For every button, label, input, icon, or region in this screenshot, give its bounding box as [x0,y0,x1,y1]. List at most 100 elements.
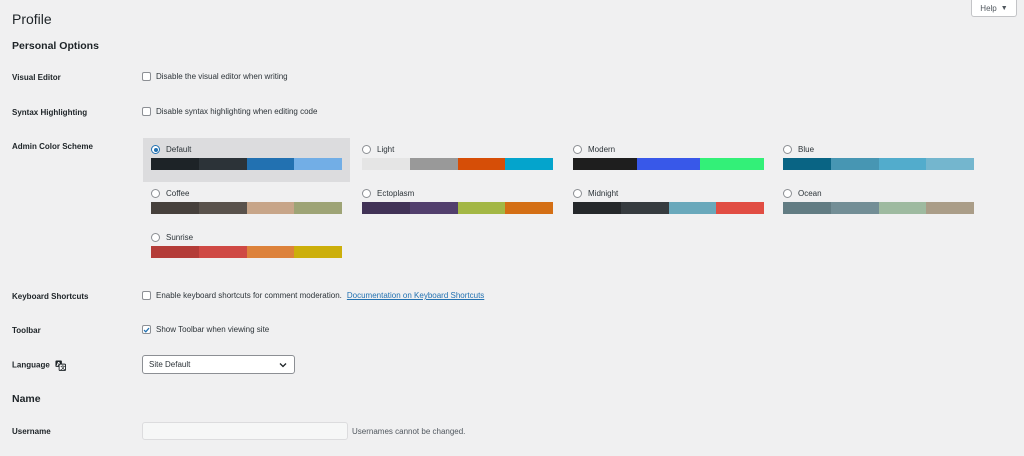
color-swatch [636,158,701,170]
language-row-label: Language A 文 [12,360,67,371]
color-swatch [362,158,410,170]
help-label: Help [980,3,997,13]
color-scheme-radio-ocean[interactable] [783,189,792,198]
username-label: Username [12,427,51,436]
color-scheme-header: Default [151,145,342,154]
toolbar-label: Toolbar [12,326,41,335]
color-swatches [573,158,765,170]
color-scheme-radio-coffee[interactable] [151,189,160,198]
color-scheme-radio-sunrise[interactable] [151,233,160,242]
color-swatch [830,202,879,214]
keyboard-shortcuts-doc-link[interactable]: Documentation on Keyboard Shortcuts [347,291,484,300]
color-swatch [151,202,199,214]
color-swatch [294,158,342,170]
caret-down-icon: ▼ [1000,4,1008,12]
color-scheme-coffee[interactable]: Coffee [143,182,350,226]
checkmark-icon [143,327,150,333]
color-swatch [457,158,506,170]
help-button[interactable]: Help ▼ [971,0,1017,17]
toolbar-checkbox[interactable] [142,325,151,334]
color-swatch [246,246,295,258]
color-swatch [362,202,410,214]
color-swatches [151,246,342,258]
color-scheme-name: Midnight [588,189,619,198]
color-scheme-name: Light [377,145,395,154]
color-scheme-radio-ectoplasm[interactable] [362,189,371,198]
color-scheme-ocean[interactable]: Ocean [775,182,982,226]
color-scheme-name: Ectoplasm [377,189,415,198]
color-swatch [783,158,831,170]
color-swatch [573,202,621,214]
color-scheme-header: Ectoplasm [362,189,553,198]
username-input[interactable] [142,422,348,440]
color-swatch [151,158,199,170]
color-swatch [878,158,927,170]
color-swatch [151,246,199,258]
color-scheme-name: Ocean [798,189,822,198]
color-swatches [151,158,342,170]
color-scheme-header: Ocean [783,189,974,198]
color-swatch [700,158,765,170]
visual-editor-checkbox[interactable] [142,72,151,81]
color-swatch [716,202,764,214]
toolbar-option[interactable]: Show Toolbar when viewing site [142,325,269,334]
syntax-highlighting-label: Syntax Highlighting [12,108,88,117]
color-scheme-radio-default[interactable] [151,145,160,154]
color-scheme-header: Midnight [573,189,764,198]
color-swatches [151,202,342,214]
color-swatch [409,158,458,170]
syntax-highlighting-checkbox[interactable] [142,107,151,116]
color-swatch [505,202,553,214]
color-scheme-light[interactable]: Light [354,138,561,182]
color-scheme-name: Modern [588,145,616,154]
color-swatch [505,158,553,170]
color-swatch [198,158,247,170]
color-scheme-modern[interactable]: Modern [565,138,772,182]
chevron-down-icon [279,362,287,367]
color-scheme-default[interactable]: Default [143,138,350,182]
color-scheme-name: Default [166,145,192,154]
svg-text:文: 文 [60,365,66,371]
color-swatches [783,158,974,170]
color-swatch [926,202,974,214]
color-swatch [198,246,247,258]
color-scheme-blue[interactable]: Blue [775,138,982,182]
syntax-highlighting-option[interactable]: Disable syntax highlighting when editing… [142,107,317,116]
color-swatch [620,202,669,214]
visual-editor-option[interactable]: Disable the visual editor when writing [142,72,288,81]
color-scheme-radio-light[interactable] [362,145,371,154]
keyboard-shortcuts-label: Keyboard Shortcuts [12,292,89,301]
color-scheme-name: Coffee [166,189,190,198]
translate-icon: A 文 [55,360,67,371]
color-swatch [457,202,506,214]
color-scheme-header: Sunrise [151,233,342,242]
radio-dot-icon [153,147,158,152]
language-label: Language [12,360,50,370]
color-scheme-radio-modern[interactable] [573,145,582,154]
page-title: Profile [12,11,52,27]
color-scheme-midnight[interactable]: Midnight [565,182,772,226]
color-swatch [926,158,974,170]
color-scheme-radio-blue[interactable] [783,145,792,154]
language-select-value: Site Default [149,360,191,369]
color-swatch [409,202,458,214]
color-scheme-name: Sunrise [166,233,194,242]
keyboard-shortcuts-checkbox[interactable] [142,291,151,300]
color-swatch [783,202,831,214]
syntax-highlighting-checkbox-label: Disable syntax highlighting when editing… [156,107,318,116]
language-select[interactable]: Site Default [142,355,295,374]
color-swatch [246,202,295,214]
keyboard-shortcuts-option[interactable]: Enable keyboard shortcuts for comment mo… [142,291,484,300]
color-scheme-name: Blue [798,145,815,154]
color-swatches [362,158,553,170]
color-swatch [246,158,295,170]
color-scheme-radio-midnight[interactable] [573,189,582,198]
color-swatch [878,202,927,214]
visual-editor-label: Visual Editor [12,73,61,82]
color-scheme-sunrise[interactable]: Sunrise [143,226,350,270]
color-swatch [668,202,717,214]
color-swatch [294,202,342,214]
color-scheme-ectoplasm[interactable]: Ectoplasm [354,182,561,226]
color-swatch [830,158,879,170]
toolbar-checkbox-label: Show Toolbar when viewing site [156,325,270,334]
